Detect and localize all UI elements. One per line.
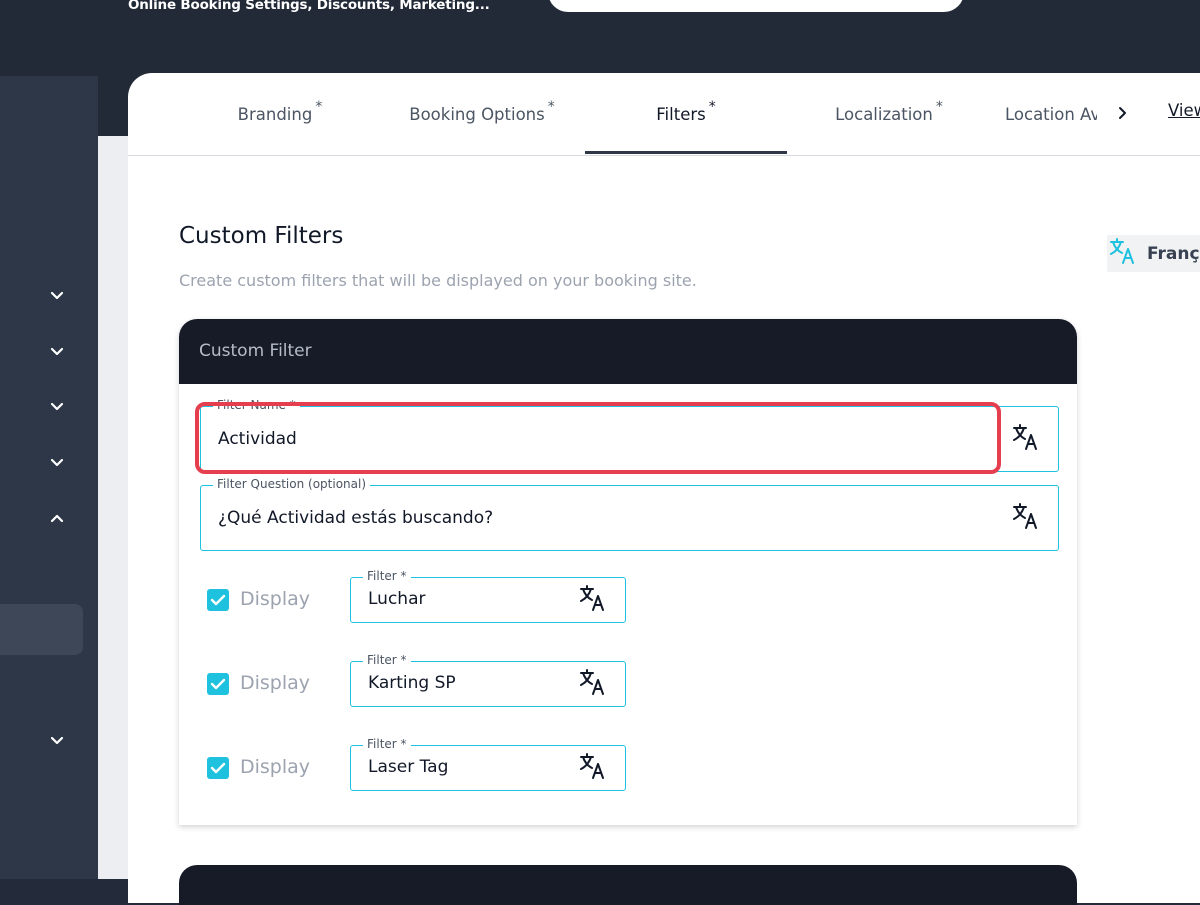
tabs-next-button[interactable] [1112, 103, 1134, 125]
filter-question-value: ¿Qué Actividad estás buscando? [218, 508, 494, 528]
next-card-header [179, 865, 1077, 905]
tab-location-availability[interactable]: Location Av [1005, 73, 1097, 155]
filter-option-value: Karting SP [368, 673, 456, 693]
translate-icon [579, 584, 607, 616]
sidebar-active-item[interactable] [0, 604, 83, 655]
tab-filters[interactable]: Filters * [641, 73, 731, 155]
display-label: Display [240, 588, 311, 610]
translate-button[interactable] [578, 753, 608, 783]
tab-booking-options[interactable]: Booking Options * [406, 73, 558, 155]
active-tab-indicator [585, 151, 787, 154]
header-search-field[interactable] [548, 0, 964, 12]
tab-label: Location Av [1005, 104, 1097, 124]
section-description: Create custom filters that will be displ… [179, 271, 697, 290]
filter-option-value: Luchar [368, 589, 426, 609]
display-checkbox[interactable] [207, 673, 229, 695]
filter-question-field[interactable]: Filter Question (optional) ¿Qué Activida… [200, 477, 1059, 551]
filter-option-value: Laser Tag [368, 757, 449, 777]
tab-label: Branding [237, 104, 313, 124]
sidebar-chevron-down-icon[interactable] [48, 731, 66, 749]
filter-question-label: Filter Question (optional) [213, 477, 371, 491]
section-title: Custom Filters [179, 223, 344, 249]
highlight-annotation [195, 402, 1001, 474]
checkmark-icon [210, 759, 226, 778]
language-label: Franç [1147, 243, 1200, 264]
tab-label: Localization [835, 104, 933, 124]
sidebar-chevron-down-icon[interactable] [48, 342, 66, 360]
filter-option-label: Filter * [363, 737, 411, 751]
sidebar [0, 76, 98, 879]
tab-localization[interactable]: Localization * [831, 73, 947, 155]
filter-option-field[interactable]: Filter * Luchar [350, 569, 626, 623]
display-label: Display [240, 756, 311, 778]
content-gutter [98, 136, 128, 879]
checkmark-icon [210, 591, 226, 610]
filter-option-label: Filter * [363, 569, 411, 583]
translate-icon [579, 752, 607, 784]
view-link[interactable]: View [1168, 101, 1200, 120]
custom-filter-card: Custom Filter Filter Name * Actividad Fi… [179, 319, 1077, 825]
chevron-right-icon [1118, 105, 1128, 124]
translate-icon [1012, 423, 1040, 455]
translate-button[interactable] [1011, 424, 1041, 454]
display-checkbox[interactable] [207, 757, 229, 779]
sidebar-chevron-up-icon[interactable] [48, 509, 66, 527]
required-star: * [935, 99, 943, 115]
filter-option-field[interactable]: Filter * Karting SP [350, 653, 626, 707]
tab-label: Booking Options [409, 104, 545, 124]
display-label: Display [240, 672, 311, 694]
language-selector[interactable]: Franç [1107, 235, 1200, 272]
sidebar-chevron-down-icon[interactable] [48, 453, 66, 471]
card-title: Custom Filter [199, 341, 312, 361]
translate-icon [1109, 237, 1147, 270]
sidebar-chevron-down-icon[interactable] [48, 286, 66, 304]
tab-branding[interactable]: Branding * [228, 73, 332, 155]
main-panel: Branding * Booking Options * Filters * Loca… [128, 73, 1200, 905]
filter-option-label: Filter * [363, 653, 411, 667]
tab-label: Filters [656, 104, 706, 124]
display-checkbox[interactable] [207, 589, 229, 611]
settings-tabs: Branding * Booking Options * Filters * Loca… [128, 73, 1200, 156]
translate-button[interactable] [1011, 503, 1041, 533]
sidebar-chevron-down-icon[interactable] [48, 397, 66, 415]
card-header: Custom Filter [179, 319, 1077, 384]
translate-icon [1012, 502, 1040, 534]
checkmark-icon [210, 675, 226, 694]
header-subtitle: Online Booking Settings, Discounts, Mark… [128, 0, 490, 13]
translate-button[interactable] [578, 669, 608, 699]
required-star: * [315, 99, 323, 115]
translate-icon [579, 668, 607, 700]
filter-option-field[interactable]: Filter * Laser Tag [350, 737, 626, 791]
translate-button[interactable] [578, 585, 608, 615]
required-star: * [708, 99, 716, 115]
required-star: * [547, 99, 555, 115]
